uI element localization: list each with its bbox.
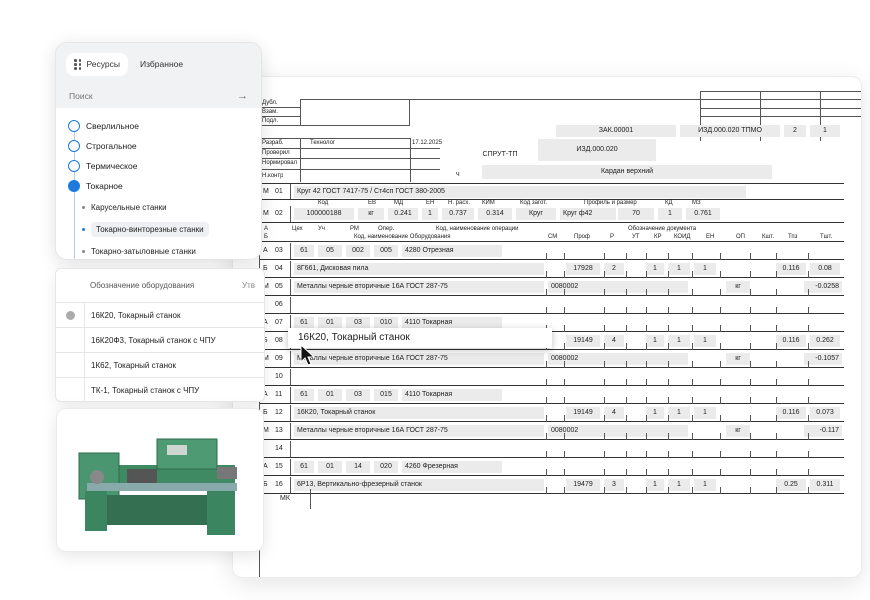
table-row: 06: [260, 297, 844, 314]
tree-item-turning[interactable]: Токарное: [68, 176, 249, 196]
table-row: А 15 61 01 14 020 4260 Фрезерная: [260, 459, 844, 476]
table-row: М 05 Металлы черные вторичные 16А ГОСТ 287…: [260, 279, 844, 296]
material-text: Круг 42 ГОСТ 7417-75 / Ст4сп ГОСТ 380-20…: [294, 186, 746, 198]
selected-dot-icon: [65, 310, 75, 320]
part-name: Кардан верхний: [482, 165, 772, 179]
tab-resources[interactable]: Ресурсы: [66, 53, 129, 76]
table-row: М 13 Металлы черные вторичные 16А ГОСТ 287…: [260, 423, 844, 440]
arrow-right-icon[interactable]: →: [237, 90, 248, 102]
izd-designation: ИЗД.000.020: [538, 139, 656, 161]
lathe-image: [56, 408, 264, 552]
list-item[interactable]: 16К20, Токарный станок: [56, 303, 264, 328]
table-row: А 03 61 05 002 005 4280 Отрезная: [260, 243, 844, 260]
tree-item-thermal[interactable]: Термическое: [68, 156, 249, 176]
normir-label: Нормировал: [262, 160, 298, 166]
table-row: Б 16 6Р13, Вертикально-фрезерный станок 194…: [260, 477, 844, 494]
subitem-carousel[interactable]: Карусельные станки: [68, 196, 249, 218]
system-name: СПРУТ-ТП: [482, 151, 518, 158]
table-row: Б 04 8Г661, Дисковая пила 17928 2 1 1 1 0.116 0.0…: [260, 261, 844, 278]
search-input[interactable]: [69, 90, 219, 101]
category-tree: Сверлильное Строгальное Термическое Тока…: [56, 108, 261, 259]
equipment-tooltip: 16К20, Токарный станок: [288, 328, 552, 348]
sheets-count: 1: [810, 125, 840, 137]
razrab-label: Разраб.: [262, 140, 284, 146]
list-item[interactable]: ТК-1, Токарный станок с ЧПУ: [56, 378, 264, 401]
list-item[interactable]: 1К62, Токарный станок: [56, 353, 264, 378]
route-card-document: Дубл. Взам. Подл. ЗАК.00001 ИЗД.000.020 …: [232, 76, 862, 578]
role-technolog: Технолог: [310, 140, 336, 146]
izd-number: ИЗД.000.020 ТПМО: [680, 125, 780, 137]
table-row: 14: [260, 441, 844, 458]
table-row: 10: [260, 369, 844, 386]
stamp-dubl: Дубл.: [260, 99, 300, 108]
date-value: 17.12.2025: [412, 140, 443, 146]
proveril-label: Проверил: [262, 150, 290, 156]
mk-label: МК: [280, 495, 290, 502]
stamp-podl: Подл.: [260, 117, 300, 126]
zak-number: ЗАК.00001: [556, 125, 676, 137]
stamp-vzam: Взам.: [260, 108, 300, 117]
row-m02: М 02 100000188 кг 0.241 1 0.737 0.314 Кру…: [260, 206, 844, 223]
equipment-header-right: Утв: [242, 281, 255, 290]
row-m01: М 01 Круг 42 ГОСТ 7417-75 / Ст4сп ГОСТ 38…: [260, 183, 844, 200]
equipment-list: Обозначение оборудования Утв 16К20, Тока…: [55, 268, 265, 402]
list-item[interactable]: 16К20Ф3, Токарный станок с ЧПУ: [56, 328, 264, 353]
mouse-cursor-icon: [300, 344, 316, 366]
table-row: А 11 61 01 03 015 4110 Токарная: [260, 387, 844, 404]
subitem-relieving[interactable]: Токарно-затыловные станки: [68, 240, 249, 259]
subitem-screw-cutting[interactable]: Токарно-винторезные станки: [68, 218, 249, 240]
nkontr-label: Н.контр: [262, 173, 284, 179]
table-row: М 09 Металлы черные вторичные 16А ГОСТ 287…: [260, 351, 844, 368]
tab-favorites[interactable]: Избранное: [132, 53, 191, 75]
table-row: Б 12 16К20, Токарный станок 19149 4 1 1 1 0.116 0…: [260, 405, 844, 422]
tree-item-drilling[interactable]: Сверлильное: [68, 116, 249, 136]
resources-panel: Ресурсы Избранное → Сверлильное Строгаль…: [55, 42, 262, 260]
ch-label: ч: [456, 171, 460, 178]
grip-icon: [74, 59, 82, 70]
equipment-header: Обозначение оборудования: [90, 281, 195, 290]
tree-item-planing[interactable]: Строгальное: [68, 136, 249, 156]
sheet-number: 2: [784, 125, 806, 137]
